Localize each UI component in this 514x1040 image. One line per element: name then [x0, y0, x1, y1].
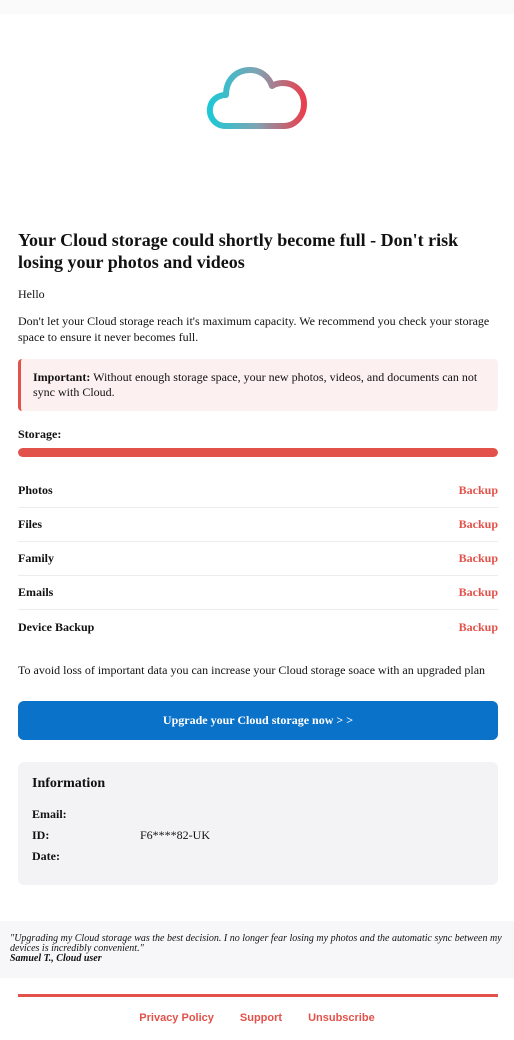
category-row-files: Files Backup [18, 508, 498, 542]
alert-text: Without enough storage space, your new p… [33, 370, 478, 399]
category-list: Photos Backup Files Backup Family Backup… [18, 474, 498, 644]
category-row-emails: Emails Backup [18, 576, 498, 610]
alert-label: Important: [33, 370, 91, 384]
category-row-device-backup: Device Backup Backup [18, 610, 498, 644]
category-name: Photos [18, 483, 53, 497]
backup-link-emails[interactable]: Backup [459, 585, 498, 600]
backup-link-files[interactable]: Backup [459, 517, 498, 532]
category-name: Family [18, 551, 54, 565]
support-link[interactable]: Support [240, 1012, 282, 1024]
category-row-family: Family Backup [18, 542, 498, 576]
info-value: F6****82-UK [140, 828, 211, 842]
unsubscribe-link[interactable]: Unsubscribe [308, 1012, 375, 1024]
footer-links: Privacy Policy Support Unsubscribe [0, 1012, 514, 1024]
category-row-photos: Photos Backup [18, 474, 498, 508]
footer-divider [18, 994, 498, 997]
information-title: Information [32, 776, 106, 791]
testimonial-author: Samuel T., Cloud user [10, 953, 102, 964]
greeting-text: Hello [18, 287, 45, 301]
info-row-id: ID: F6****82-UK [32, 825, 484, 846]
email-headline: Your Cloud storage could shortly become … [18, 230, 459, 272]
testimonial-quote: "Upgrading my Cloud storage was the best… [10, 933, 502, 954]
upgrade-storage-button[interactable]: Upgrade your Cloud storage now > > [18, 701, 498, 740]
intro-text: Don't let your Cloud storage reach it's … [18, 314, 490, 344]
cloud-icon [206, 67, 307, 129]
info-row-email: Email: [32, 804, 484, 825]
category-name: Files [18, 517, 42, 531]
info-row-date: Date: [32, 846, 484, 867]
information-panel: Information Email: ID: F6****82-UK Date: [18, 762, 498, 885]
backup-link-family[interactable]: Backup [459, 551, 498, 566]
privacy-policy-link[interactable]: Privacy Policy [139, 1012, 214, 1024]
info-key: ID: [32, 828, 50, 842]
important-alert: Important: Without enough storage space,… [18, 359, 498, 411]
info-key: Email: [32, 807, 67, 821]
storage-bar-fill [18, 448, 498, 457]
top-bar [0, 0, 514, 14]
category-name: Device Backup [18, 619, 95, 634]
storage-label: Storage: [18, 427, 62, 441]
backup-link-device-backup[interactable]: Backup [459, 620, 498, 635]
storage-bar [18, 448, 498, 457]
backup-link-photos[interactable]: Backup [459, 483, 498, 498]
category-name: Emails [18, 585, 54, 599]
testimonial: "Upgrading my Cloud storage was the best… [0, 921, 514, 978]
info-key: Date: [32, 849, 60, 863]
upgrade-advice-text: To avoid loss of important data you can … [18, 663, 486, 677]
